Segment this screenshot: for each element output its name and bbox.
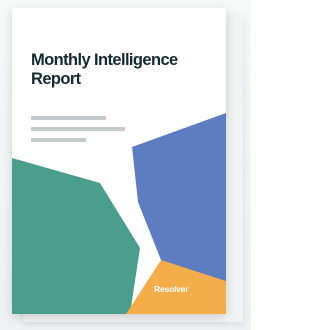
report-preview: Monthly Intelligence Report Resolver (0, 0, 251, 330)
brand-logo: Resolver (154, 284, 189, 294)
report-title: Monthly Intelligence Report (31, 51, 178, 88)
placeholder-text-line (31, 127, 125, 131)
teal-hexagon-shape (12, 158, 140, 314)
placeholder-text-line (31, 116, 106, 120)
report-cover: Monthly Intelligence Report Resolver (12, 8, 226, 314)
placeholder-text-line (31, 138, 86, 142)
